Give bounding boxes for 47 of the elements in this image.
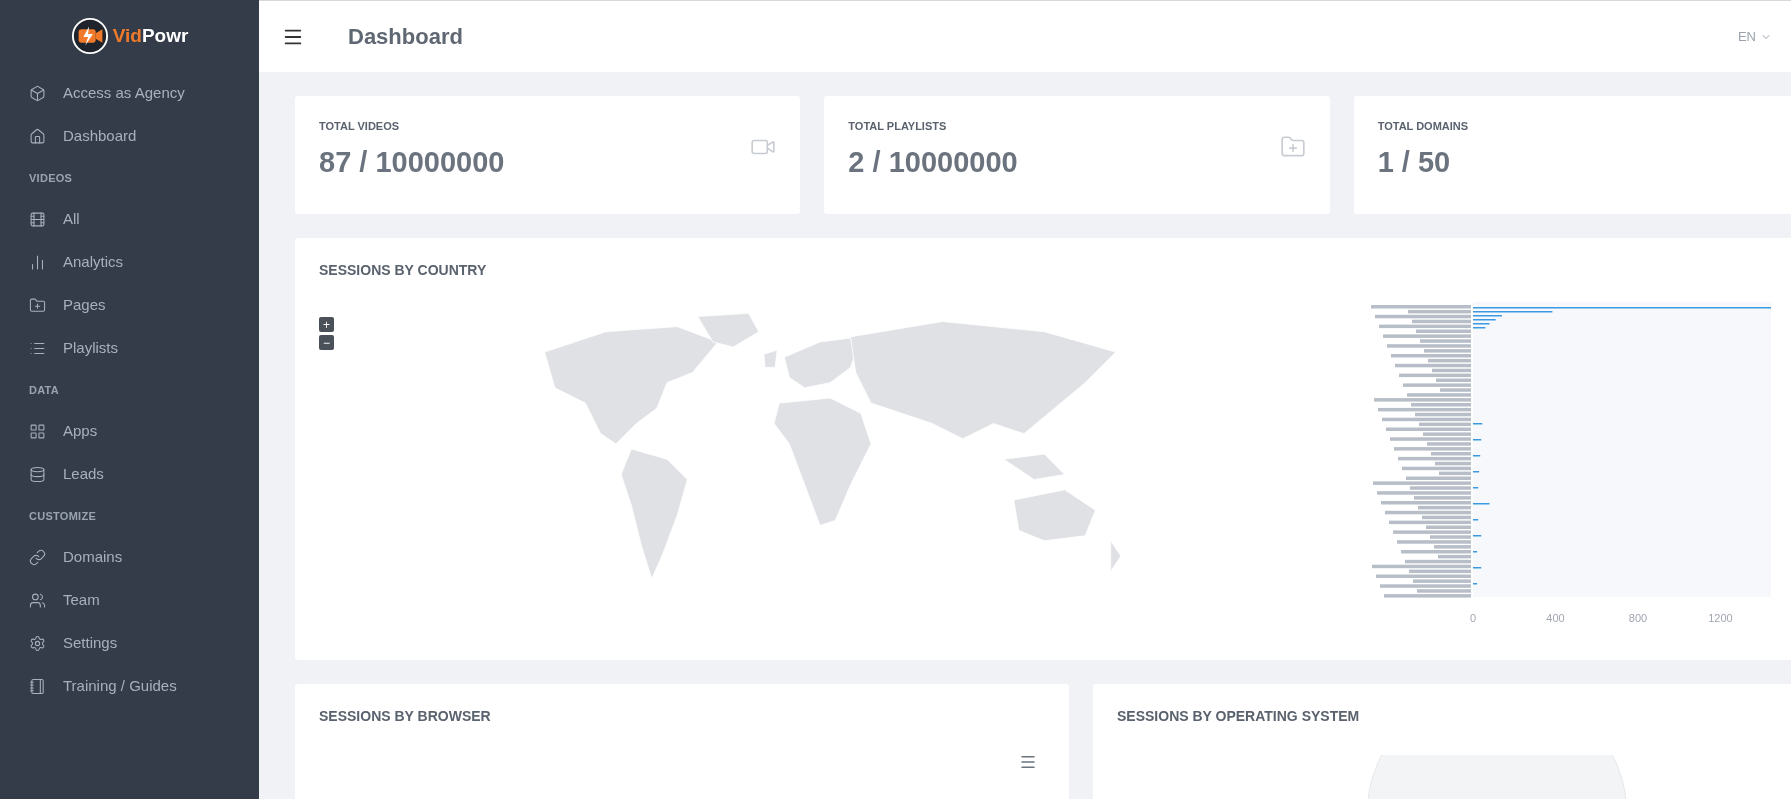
film-icon [29, 211, 46, 228]
stat-value: 87 / 10000000 [319, 144, 505, 180]
axis-tick-label: 800 [1628, 612, 1648, 624]
sidebar-item[interactable]: Training / Guides [0, 665, 259, 708]
page-title: Dashboard [348, 23, 463, 51]
panel-title: SESSIONS BY BROWSER [319, 707, 492, 726]
link-icon [29, 549, 46, 566]
panel-title: SESSIONS BY OPERATING SYSTEM [1117, 707, 1361, 726]
section-heading: VIDEOS [28, 170, 74, 186]
sidebar-item[interactable]: Settings [0, 622, 259, 665]
stat-label: TOTAL PLAYLISTS [848, 119, 948, 134]
logo-icon [70, 17, 109, 55]
notebook-icon [29, 678, 46, 695]
sidebar-item[interactable]: Access as Agency [0, 72, 259, 115]
section-heading: CUSTOMIZE [28, 508, 98, 524]
folder-plus-icon [29, 297, 46, 314]
sidebar-item[interactable]: Dashboard [0, 115, 259, 158]
settings-icon [29, 635, 46, 652]
zoom-out-button[interactable]: − [319, 335, 334, 350]
home-icon [29, 128, 46, 145]
bar-chart-icon [29, 254, 46, 271]
stat-label: TOTAL VIDEOS [319, 119, 401, 134]
axis-tick-label: 400 [1546, 612, 1565, 624]
sidebar-item[interactable]: Apps [0, 410, 259, 453]
section-heading: DATA [28, 382, 61, 398]
sidebar-item[interactable]: Team [0, 579, 259, 622]
sidebar-item[interactable]: Analytics [0, 241, 259, 284]
list-icon [29, 340, 46, 357]
sidebar-item[interactable]: All [0, 198, 259, 241]
menu-icon [1019, 753, 1037, 771]
users-icon [29, 592, 46, 609]
stat-value: 1 / 50 [1377, 144, 1452, 180]
sidebar-item[interactable]: Domains [0, 536, 259, 579]
sidebar-item[interactable]: Pages [0, 284, 259, 327]
panel-title: SESSIONS BY COUNTRY [319, 261, 488, 280]
database-icon [29, 466, 46, 483]
axis-tick-label: 1200 [1708, 612, 1733, 624]
cube-icon [29, 85, 46, 102]
grid-icon [29, 423, 46, 440]
zoom-in-button[interactable]: + [319, 317, 334, 332]
axis-tick-label: 0 [1469, 612, 1477, 624]
language-dropdown[interactable]: EN [1737, 26, 1772, 47]
sidebar-item[interactable]: Playlists [0, 327, 259, 370]
logo-text: VidPowr [112, 23, 189, 48]
stat-label: TOTAL DOMAINS [1377, 119, 1469, 134]
sidebar-item[interactable]: Leads [0, 453, 259, 496]
stat-value: 2 / 10000000 [848, 144, 1018, 180]
